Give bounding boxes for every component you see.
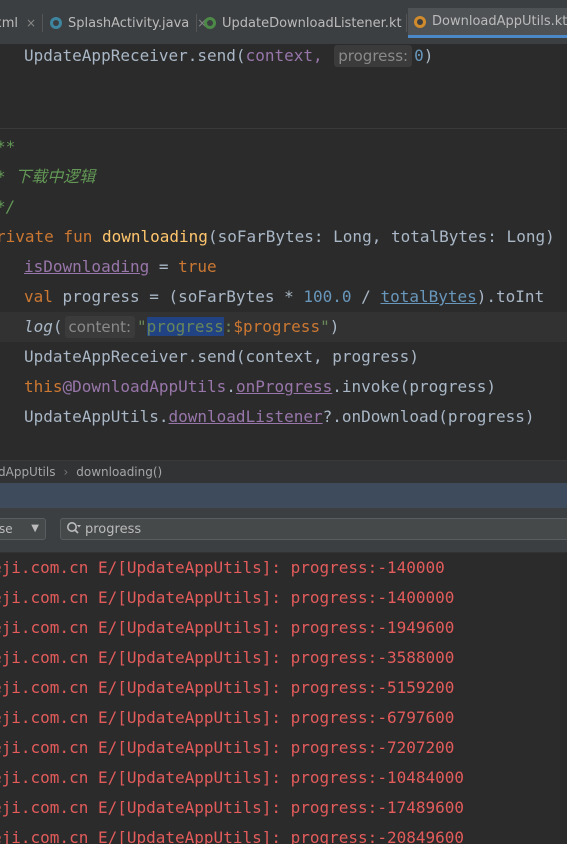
code-editor[interactable]: UpdateAppReceiver.send(context, progress… <box>0 44 567 460</box>
breadcrumb-class[interactable]: dAppUtils <box>0 465 55 479</box>
log-line[interactable]: eji.com.cn E/[UpdateAppUtils]: progress:… <box>0 583 454 613</box>
parameter-hint: progress: <box>334 45 413 67</box>
tab-divider <box>196 14 197 32</box>
logcat-filter-bar: se ▼ <box>0 508 567 553</box>
tab-update-download-listener[interactable]: UpdateDownloadListener.kt × <box>204 10 420 36</box>
function-signature[interactable]: rivate fun downloading(soFarBytes: Long,… <box>0 222 555 252</box>
editor-tab-bar: xml × SplashActivity.java × UpdateDownlo… <box>0 0 567 45</box>
code-line[interactable]: isDownloading = true <box>24 252 217 282</box>
log-line[interactable]: eji.com.cn E/[UpdateAppUtils]: progress:… <box>0 703 454 733</box>
breadcrumb: dAppUtils › downloading() <box>0 460 567 483</box>
tab-label: SplashActivity.java <box>68 15 190 31</box>
logcat-panel-header <box>0 483 567 508</box>
code-line[interactable]: log(content: "progress:$progress") <box>24 312 339 342</box>
log-line[interactable]: eji.com.cn E/[UpdateAppUtils]: progress:… <box>0 823 464 844</box>
method-separator <box>0 128 567 129</box>
chevron-down-icon: ▼ <box>31 523 39 534</box>
log-line[interactable]: eji.com.cn E/[UpdateAppUtils]: progress:… <box>0 643 454 673</box>
tab-label: xml <box>0 15 18 31</box>
tab-label: DownloadAppUtils.kt <box>432 14 567 29</box>
code-line[interactable]: UpdateAppUtils.downloadListener?.onDownl… <box>24 402 535 432</box>
log-line[interactable]: eji.com.cn E/[UpdateAppUtils]: progress:… <box>0 763 464 793</box>
log-line[interactable]: eji.com.cn E/[UpdateAppUtils]: progress:… <box>0 733 454 763</box>
selected-text: progress <box>146 317 224 336</box>
parameter-hint: content: <box>64 316 136 338</box>
java-class-icon <box>50 17 62 29</box>
tab-divider <box>42 14 43 32</box>
close-icon[interactable]: × <box>26 16 36 30</box>
tab-download-app-utils[interactable]: DownloadAppUtils.kt <box>408 8 567 38</box>
tab-label: UpdateDownloadListener.kt <box>222 15 402 31</box>
kotlin-file-icon <box>204 17 216 29</box>
doc-comment[interactable]: */ <box>0 192 15 222</box>
tab-splash-activity[interactable]: SplashActivity.java × <box>50 10 207 36</box>
kotlin-file-icon <box>414 15 426 28</box>
code-line[interactable]: UpdateAppReceiver.send(context, progress… <box>24 44 433 71</box>
logcat-search-input[interactable] <box>60 518 567 540</box>
log-level-select[interactable]: se ▼ <box>0 518 46 540</box>
log-line[interactable]: eji.com.cn E/[UpdateAppUtils]: progress:… <box>0 793 464 823</box>
doc-comment[interactable]: ** <box>0 132 15 162</box>
log-level-value: se <box>0 522 13 536</box>
search-icon[interactable] <box>66 521 82 537</box>
tab-xml[interactable]: xml × <box>0 10 36 36</box>
log-line[interactable]: eji.com.cn E/[UpdateAppUtils]: progress:… <box>0 613 454 643</box>
code-line[interactable]: UpdateAppReceiver.send(context, progress… <box>24 342 419 372</box>
tab-divider <box>406 14 407 32</box>
doc-comment[interactable]: * 下载中逻辑 <box>0 162 95 192</box>
logcat-output[interactable]: eji.com.cn E/[UpdateAppUtils]: progress:… <box>0 553 567 844</box>
chevron-right-icon: › <box>63 465 69 479</box>
code-line[interactable]: val progress = (soFarBytes * 100.0 / tot… <box>24 282 544 312</box>
log-line[interactable]: eji.com.cn E/[UpdateAppUtils]: progress:… <box>0 553 445 583</box>
code-line[interactable]: this@DownloadAppUtils.onProgress.invoke(… <box>24 372 496 402</box>
breadcrumb-method[interactable]: downloading() <box>76 465 162 479</box>
log-line[interactable]: eji.com.cn E/[UpdateAppUtils]: progress:… <box>0 673 454 703</box>
